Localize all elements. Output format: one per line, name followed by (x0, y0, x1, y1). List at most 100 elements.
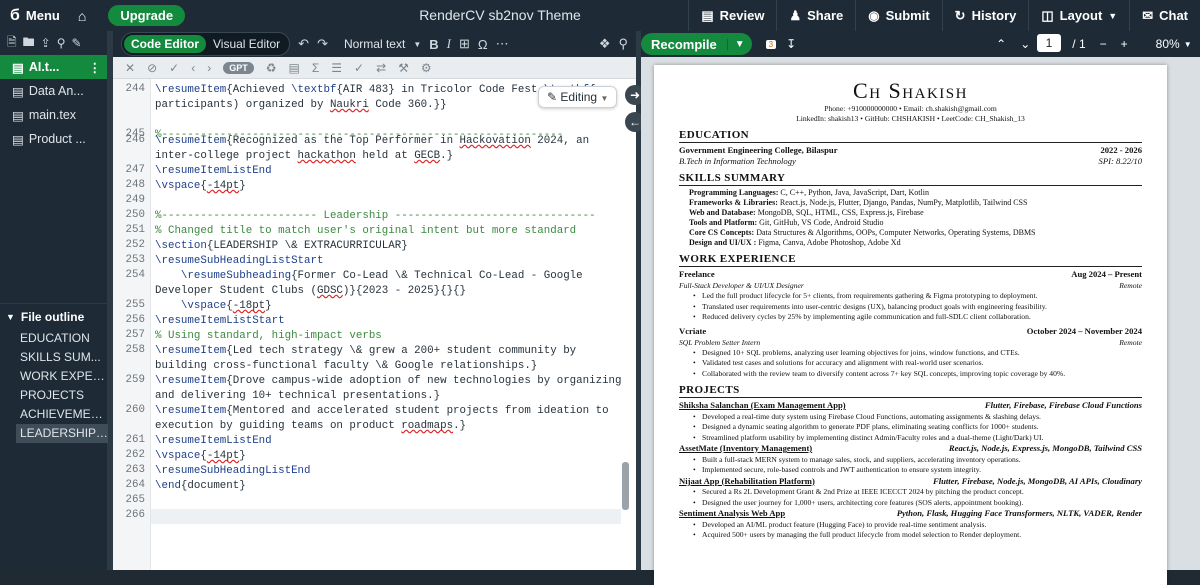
code-text: \vspace{-18pt} (180, 300, 272, 312)
line-number: 252 (125, 239, 145, 251)
project-tech: React.js, Node.js, Express.js, MongoDB, … (948, 443, 1142, 453)
outline-item[interactable]: ACHIEVEMEN... (0, 405, 108, 424)
code-text: % Changed title to match user's original… (155, 225, 577, 237)
list-icon[interactable]: ☰ (331, 61, 342, 75)
file-item-main[interactable]: ▤ main.tex (0, 103, 107, 127)
new-file-icon[interactable]: 🗎 (7, 33, 17, 54)
visual-editor-tab[interactable]: Visual Editor (206, 35, 287, 53)
bullet-item: Streamlined platform usability by implem… (693, 433, 1142, 444)
project-tech: Python, Flask, Hugging Face Transformers… (896, 508, 1142, 518)
history-button[interactable]: ↻ History (941, 0, 1029, 31)
code-text: \resumeSubheading{Former Co-Lead \& Tech… (155, 270, 590, 297)
submit-button[interactable]: ◉ Submit (855, 0, 941, 31)
upload-icon[interactable]: ⇪ (41, 36, 51, 50)
home-button[interactable]: ⌂ (70, 0, 94, 31)
outline-item[interactable]: WORK EXPER... (0, 367, 108, 386)
project-name: Sentiment Analysis Web App (679, 508, 786, 518)
layout-label: Layout (1059, 8, 1103, 23)
menu-button[interactable]: б Menu (0, 0, 70, 31)
layout-button[interactable]: ◫ Layout ▼ (1028, 0, 1129, 31)
spellcheck-icon[interactable]: ✓ (354, 61, 364, 75)
outline-item-selected[interactable]: LEADERSHIP ... (16, 424, 108, 443)
gpt-button[interactable]: GPT (223, 61, 254, 74)
share-label: Share (807, 8, 844, 23)
line-number: 266 (125, 509, 145, 521)
new-folder-icon[interactable]: 🖿 (23, 33, 35, 54)
share-button[interactable]: ♟ Share (776, 0, 855, 31)
editor-scrollbar[interactable] (622, 462, 629, 510)
project-row: Sentiment Analysis Web App Python, Flask,… (679, 508, 1142, 520)
editor-toolbar: Code Editor Visual Editor ↶ ↷ Normal tex… (113, 31, 636, 57)
search-icon[interactable]: ⚲ (618, 36, 628, 52)
robot-icon[interactable]: ♻ (266, 61, 277, 75)
bookmark-icon[interactable]: ❖ (599, 36, 611, 52)
line-number: 250 (125, 209, 145, 221)
bullet-item: Designed the user journey for 1,000+ use… (693, 498, 1142, 509)
file-outline-header[interactable]: ▼ File outline (0, 303, 108, 329)
gear-icon[interactable]: ⚙ (421, 61, 432, 75)
history-icon: ↻ (954, 7, 966, 23)
document-icon[interactable]: ▤ (288, 61, 299, 75)
chevron-down-icon[interactable]: ⌄ (1020, 37, 1030, 51)
chevron-up-icon[interactable]: ⌃ (996, 37, 1006, 51)
job-role: Full-Stack Developer & UI/UX Designer (679, 281, 804, 290)
code-editor-tab[interactable]: Code Editor (124, 35, 206, 53)
bold-icon[interactable]: B (429, 37, 438, 52)
code-text: \resumeSubHeadingListStart (155, 255, 324, 267)
outline-item[interactable]: PROJECTS (0, 386, 108, 405)
chevron-down-icon[interactable]: ▼ (726, 38, 752, 50)
notification-icon[interactable]: 3 (765, 39, 777, 49)
project-name: AssetMate (Inventory Management) (679, 443, 813, 453)
review-button[interactable]: ▤ Review (688, 0, 776, 31)
editing-mode-dropdown[interactable]: ✎ Editing ▼ (538, 86, 618, 108)
file-item-product[interactable]: ▤ Product ... (0, 127, 107, 151)
code-editor[interactable]: 244 \resumeItem{Achieved \textbf{AIR 483}… (113, 79, 636, 570)
chevron-right-icon[interactable]: › (207, 61, 211, 75)
omega-icon[interactable]: Ω (478, 37, 488, 52)
section-heading: WORK EXPERIENCE (679, 253, 1142, 267)
italic-icon[interactable]: I (447, 36, 451, 52)
more-icon[interactable]: ⋮ (89, 60, 102, 75)
check-icon[interactable]: ✓ (169, 61, 179, 75)
code-text: \resumeItem{Recognized as the Top Perfor… (155, 135, 596, 162)
job-location: Remote (1119, 337, 1142, 347)
chat-button[interactable]: ✉ Chat (1129, 0, 1200, 31)
history-label: History (971, 8, 1017, 23)
job-location: Remote (1119, 281, 1142, 290)
page-total: / 1 (1072, 37, 1086, 51)
outline-item[interactable]: EDUCATION (0, 329, 108, 348)
block-icon[interactable]: ⊘ (147, 61, 157, 75)
tools-icon[interactable]: ⚒ (398, 61, 409, 75)
pdf-viewer[interactable]: Ch Shakish Phone: +910000000000 • Email:… (641, 57, 1200, 585)
bullet-item: Led the full product lifecycle for 5+ cl… (693, 291, 1142, 302)
outline-item[interactable]: SKILLS SUM... (0, 348, 108, 367)
edit-icon[interactable]: ✎ (72, 36, 82, 50)
file-icon: ▤ (12, 84, 24, 99)
search-icon[interactable]: ⚲ (57, 36, 66, 50)
zoom-level[interactable]: 80% (1156, 37, 1180, 51)
chevron-left-icon[interactable]: ‹ (191, 61, 195, 75)
bullet-item: Validated test cases and solutions for a… (693, 358, 1142, 369)
close-icon[interactable]: ✕ (125, 61, 135, 75)
chevron-down-icon: ▼ (1108, 10, 1118, 21)
insert-icon[interactable]: ⊞ (459, 36, 470, 52)
zoom-in-icon[interactable]: + (1121, 37, 1128, 51)
bullet-item: Reduced delivery cycles by 25% by implem… (693, 312, 1142, 323)
file-item-ai[interactable]: ▤ AI.t... ⋮ (0, 55, 107, 79)
translate-icon[interactable]: ⇄ (376, 61, 386, 75)
text-style-dropdown[interactable]: Normal text (344, 37, 405, 51)
file-item-data[interactable]: ▤ Data An... (0, 79, 107, 103)
undo-icon[interactable]: ↶ (298, 36, 309, 52)
recompile-button[interactable]: Recompile ▼ (641, 33, 752, 55)
more-icon[interactable]: ⋯ (496, 36, 509, 52)
zoom-out-icon[interactable]: − (1100, 37, 1107, 51)
redo-icon[interactable]: ↷ (317, 36, 328, 52)
line-number: 257 (125, 329, 145, 341)
download-icon[interactable]: ↧ (786, 37, 796, 51)
page-number-input[interactable]: 1 (1037, 34, 1061, 52)
upgrade-button[interactable]: Upgrade (108, 5, 186, 26)
sigma-icon[interactable]: Σ (312, 61, 319, 75)
line-number: 254 (125, 269, 145, 281)
chevron-down-icon: ▼ (600, 94, 609, 103)
submit-label: Submit (885, 8, 930, 23)
